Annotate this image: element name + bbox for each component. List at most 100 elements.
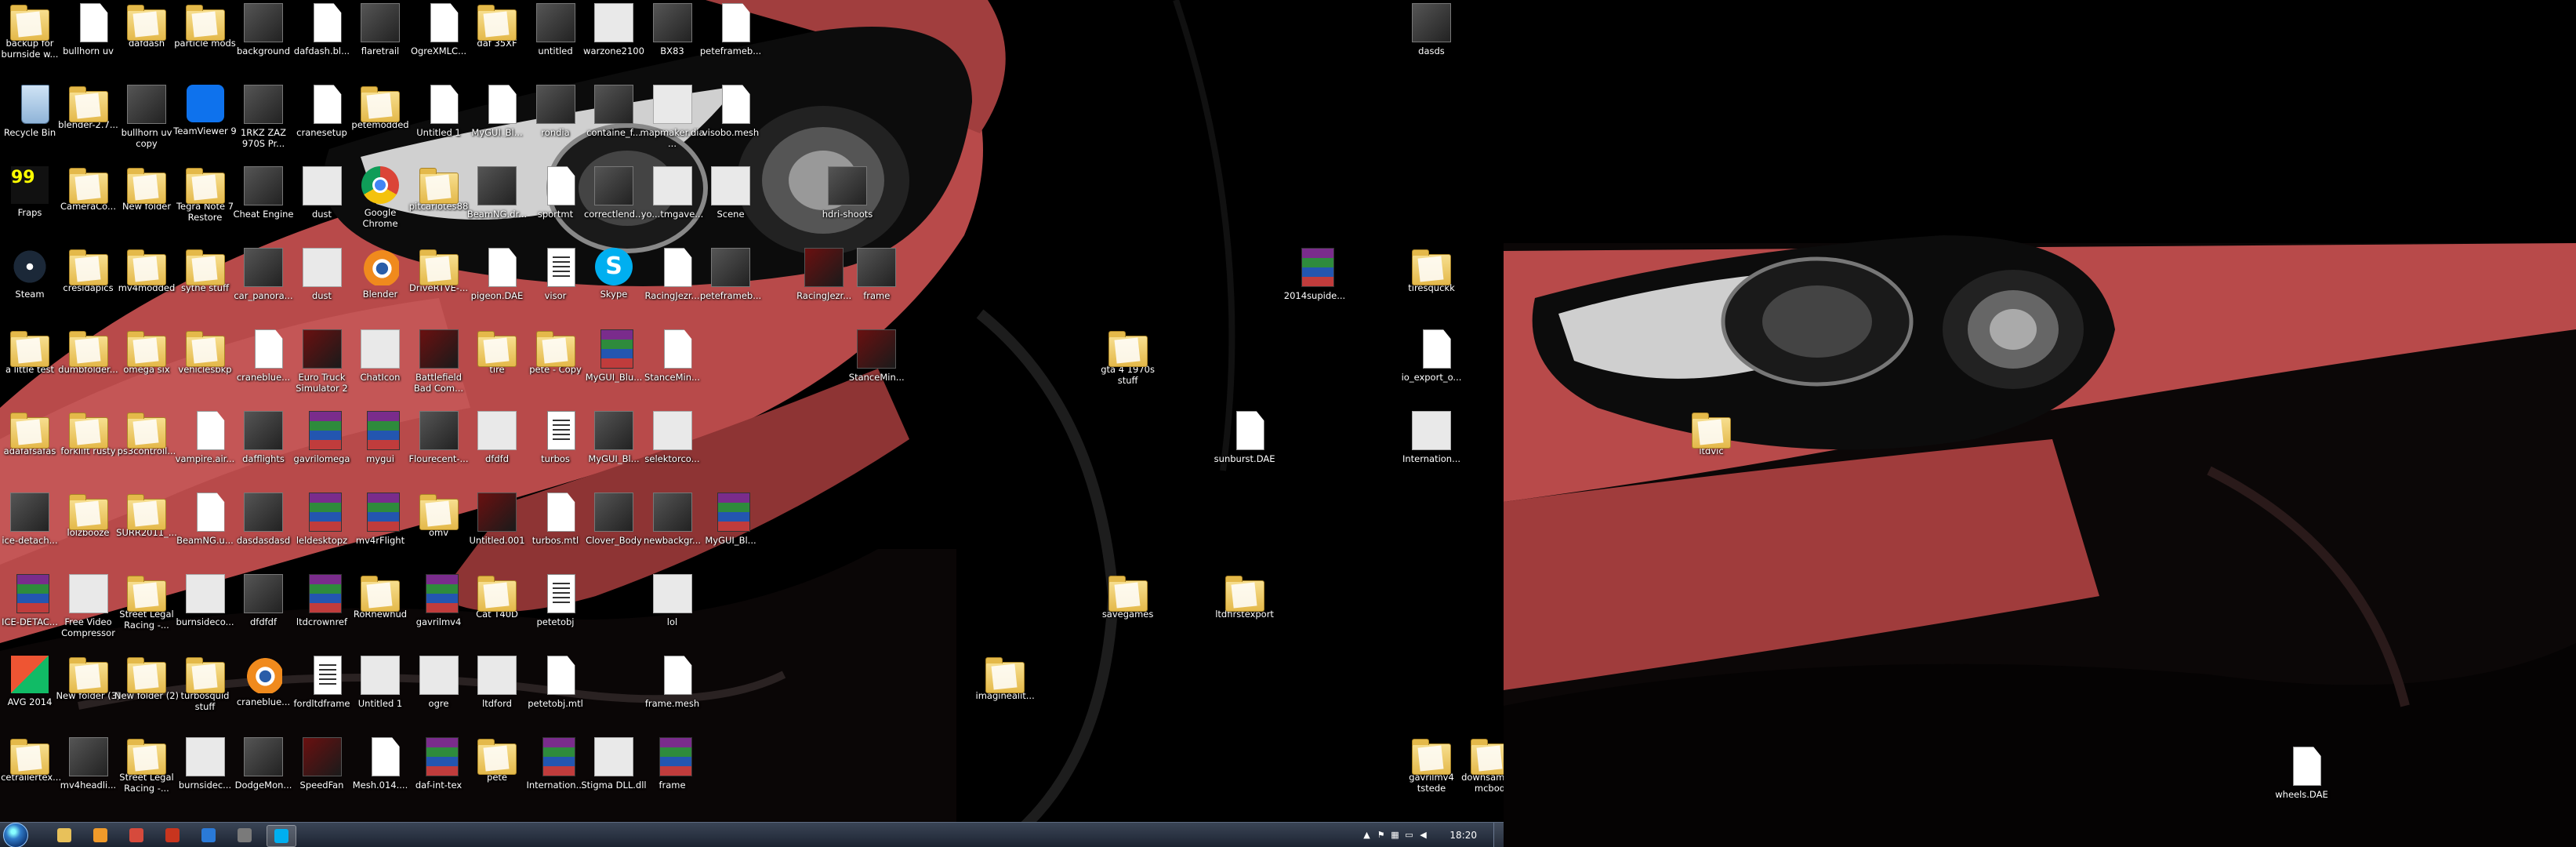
desktop-icon[interactable]: Internation... [1400, 408, 1463, 489]
desktop-icon[interactable]: blender-2.7... [57, 82, 120, 163]
desktop-icon[interactable]: Free Video Compressor [57, 571, 120, 653]
desktop-icon[interactable]: daf 35XF [466, 0, 528, 82]
desktop-icon[interactable]: yo...tmgave... [641, 163, 704, 245]
desktop-icon[interactable]: io_export_o... [1400, 326, 1463, 408]
desktop-icon[interactable]: mygui [349, 408, 412, 489]
desktop-icon[interactable]: petetobj.mtl [524, 653, 587, 734]
desktop-icon[interactable]: burnsidec... [174, 734, 237, 816]
desktop-icon[interactable]: gavrilomega [291, 408, 354, 489]
desktop-icon[interactable]: petemodded [349, 82, 412, 163]
desktop-icon[interactable]: adafafsafas [0, 408, 61, 489]
desktop-icon[interactable]: petetobj [524, 571, 587, 653]
desktop-icon[interactable]: icetrailertex... [0, 734, 61, 816]
desktop-icon[interactable]: frame.mesh [641, 653, 704, 734]
desktop-icon[interactable]: TeamViewer 9 [173, 82, 237, 163]
desktop-icon[interactable]: Battlefield Bad Com... [408, 326, 470, 408]
desktop-icon[interactable]: AVG 2014 [0, 653, 61, 734]
desktop-icon[interactable]: pitcarlotes88 [408, 163, 470, 245]
desktop-icon[interactable]: dust [291, 163, 354, 245]
desktop-icon[interactable]: Flourecent-... [408, 408, 470, 489]
desktop-icon[interactable]: S Skype [582, 245, 645, 326]
desktop-icon[interactable]: BeamNG.dr... [466, 163, 528, 245]
desktop-icon[interactable]: ogre [408, 653, 470, 734]
desktop-icon[interactable]: MyGUI_Bl... [466, 82, 528, 163]
desktop-icon[interactable]: ps3controll... [115, 408, 178, 489]
desktop-icon[interactable]: containe_f... [582, 82, 645, 163]
desktop-icon[interactable]: Untitled 1 [408, 82, 470, 163]
desktop-icon[interactable]: downsample mcbod [1459, 734, 1504, 816]
desktop-icon[interactable]: MyGUI_Blu... [582, 326, 645, 408]
desktop-icon[interactable]: Euro Truck Simulator 2 [291, 326, 354, 408]
desktop-icon[interactable]: ltdcrownref [291, 571, 354, 653]
desktop-icon[interactable]: dumbfolder... [57, 326, 120, 408]
desktop-icon[interactable]: New folder (3) [56, 653, 121, 734]
desktop-icon[interactable]: 99 Fraps [0, 163, 61, 245]
desktop-icon[interactable]: leldesktopz [291, 489, 354, 571]
desktop-icon[interactable]: dfdfdf [232, 571, 295, 653]
desktop-icon[interactable]: New folder [115, 163, 178, 245]
desktop-icon[interactable]: gavrilmv4 tstede [1400, 734, 1463, 816]
desktop-icon[interactable]: rondia [524, 82, 587, 163]
desktop-icon[interactable]: dafflights [232, 408, 295, 489]
desktop-icon[interactable]: sythe stuff [174, 245, 237, 326]
desktop-icon[interactable]: MyGUI_Bl... [582, 408, 645, 489]
desktop-icon[interactable]: BeamNG.u... [174, 489, 237, 571]
desktop-icon[interactable]: Untitled 1 [349, 653, 412, 734]
desktop-icon[interactable]: mapmaker.dia... [640, 82, 705, 163]
desktop-icon[interactable]: daf-int-tex [408, 734, 470, 816]
desktop-icon[interactable]: ChatIcon [349, 326, 412, 408]
desktop-icon[interactable]: peteframeb... [699, 245, 762, 326]
desktop-icon[interactable]: selektorco... [641, 408, 704, 489]
desktop-icon[interactable]: Street Legal Racing -... [115, 571, 178, 653]
desktop-icon[interactable]: pete - Copy [524, 326, 587, 408]
start-button[interactable] [3, 823, 28, 847]
desktop-icon[interactable]: mv4modded [115, 245, 178, 326]
desktop-icon[interactable]: vehiclesbkp [174, 326, 237, 408]
desktop-icon[interactable]: frame [641, 734, 704, 816]
desktop-icon[interactable]: bullhorn uv copy [115, 82, 178, 163]
desktop-icon[interactable]: mv4headli... [57, 734, 120, 816]
flag-icon[interactable]: ⚑ [1376, 830, 1386, 840]
desktop-icon[interactable]: Google Chrome [349, 163, 412, 245]
desktop-icon[interactable]: Mesh.014.... [349, 734, 412, 816]
desktop-icon[interactable]: visor [524, 245, 587, 326]
desktop-icon[interactable]: flaretrail [349, 0, 412, 82]
desktop-icon[interactable]: dasds [1400, 0, 1463, 82]
desktop-icon[interactable]: BX83 [641, 0, 704, 82]
desktop-icon[interactable]: particle mods [174, 0, 237, 82]
desktop-icon[interactable]: Steam [0, 245, 61, 326]
desktop-icon[interactable]: visobo.mesh [699, 82, 762, 163]
desktop-icon[interactable]: turbos [524, 408, 587, 489]
desktop-icon[interactable]: savegames [1097, 571, 1159, 653]
desktop-icon[interactable]: omega six [115, 326, 178, 408]
desktop-icon[interactable]: burnsideco... [174, 571, 237, 653]
desktop-icon[interactable]: Internation... [524, 734, 587, 816]
desktop-icon[interactable]: pigeon.DAE [466, 245, 528, 326]
desktop-icon[interactable]: fordltdframe [291, 653, 354, 734]
desktop-icon[interactable]: Cheat Engine [232, 163, 295, 245]
desktop-icon[interactable]: Blender [349, 245, 412, 326]
desktop-icon[interactable]: Tegra Note 7 Restore [174, 163, 237, 245]
desktop-icon[interactable]: Scene [699, 163, 762, 245]
desktop-icon[interactable]: imaginealit... [974, 653, 1036, 734]
taskbar-button-media-player[interactable] [86, 825, 114, 845]
desktop-icon[interactable]: craneblue... [232, 326, 295, 408]
desktop-right[interactable]: ltdvic wheels.DAE [1504, 0, 2576, 847]
desktop-icon[interactable]: mv4rFlight [349, 489, 412, 571]
desktop-icon[interactable]: dafdash.bl... [291, 0, 354, 82]
desktop-icon[interactable]: untitled [524, 0, 587, 82]
desktop-icon[interactable]: RacingJezr... [641, 245, 704, 326]
desktop-icon[interactable]: newbackgr... [641, 489, 704, 571]
desktop-left[interactable]: backup for burnside w... Recycle Bin 99 Fra… [0, 0, 1504, 847]
desktop-icon[interactable]: SURR2011_... [115, 489, 178, 571]
desktop-icon[interactable]: StanceMin... [845, 326, 908, 408]
desktop-icon[interactable]: wheels.DAE [2270, 743, 2333, 825]
desktop-icon[interactable]: craneblue... [232, 653, 295, 734]
taskbar-button-app-dark[interactable] [230, 825, 259, 845]
desktop-icon[interactable]: turbosquid stuff [174, 653, 237, 734]
desktop-icon[interactable]: warzone2100 [582, 0, 645, 82]
desktop-icon[interactable]: cresidapics [57, 245, 120, 326]
desktop-icon[interactable]: pete [466, 734, 528, 816]
taskbar-button-teamviewer[interactable] [194, 825, 223, 845]
desktop-icon[interactable]: ltdvic [1680, 408, 1743, 489]
